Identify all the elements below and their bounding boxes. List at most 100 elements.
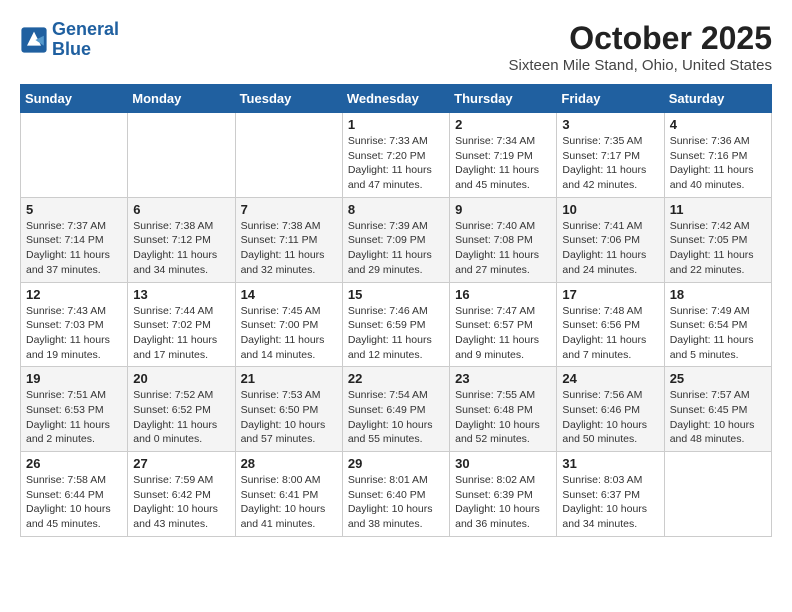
calendar-cell: 1Sunrise: 7:33 AM Sunset: 7:20 PM Daylig…: [342, 113, 449, 198]
day-info: Sunrise: 7:55 AM Sunset: 6:48 PM Dayligh…: [455, 388, 551, 447]
week-row-2: 5 Sunrise: 7:37 AM Sunset: 7:14 PM Daylig…: [21, 197, 772, 282]
day-number: 13: [133, 287, 229, 302]
day-number: 4: [670, 117, 766, 132]
title-block: October 2025 Sixteen Mile Stand, Ohio, U…: [509, 20, 772, 74]
week-row-1: 1Sunrise: 7:33 AM Sunset: 7:20 PM Daylig…: [21, 113, 772, 198]
day-number: 15: [348, 287, 444, 302]
day-info: Sunrise: 7:47 AM Sunset: 6:57 PM Dayligh…: [455, 304, 551, 363]
day-number: 5: [26, 202, 122, 217]
logo-line2: Blue: [52, 39, 91, 59]
day-info: Sunrise: 7:38 AM Sunset: 7:12 PM Dayligh…: [133, 219, 229, 278]
day-info: Sunrise: 8:03 AM Sunset: 6:37 PM Dayligh…: [562, 473, 658, 532]
col-header-sunday: Sunday: [21, 85, 128, 113]
day-info: Sunrise: 7:44 AM Sunset: 7:02 PM Dayligh…: [133, 304, 229, 363]
day-info: Sunrise: 7:48 AM Sunset: 6:56 PM Dayligh…: [562, 304, 658, 363]
day-number: 11: [670, 202, 766, 217]
day-number: 8: [348, 202, 444, 217]
day-number: 24: [562, 371, 658, 386]
calendar-cell: 12Sunrise: 7:43 AM Sunset: 7:03 PM Dayli…: [21, 282, 128, 367]
calendar-cell: [128, 113, 235, 198]
calendar-cell: 5 Sunrise: 7:37 AM Sunset: 7:14 PM Daylig…: [21, 197, 128, 282]
month-title: October 2025: [509, 20, 772, 57]
day-info: Sunrise: 8:00 AM Sunset: 6:41 PM Dayligh…: [241, 473, 337, 532]
location: Sixteen Mile Stand, Ohio, United States: [509, 57, 772, 74]
day-number: 1: [348, 117, 444, 132]
calendar-cell: 4 Sunrise: 7:36 AM Sunset: 7:16 PM Daylig…: [664, 113, 771, 198]
day-number: 28: [241, 456, 337, 471]
day-number: 31: [562, 456, 658, 471]
day-info: Sunrise: 7:40 AM Sunset: 7:08 PM Dayligh…: [455, 219, 551, 278]
calendar-cell: 22 Sunrise: 7:54 AM Sunset: 6:49 PM Dayli…: [342, 367, 449, 452]
day-info: Sunrise: 7:56 AM Sunset: 6:46 PM Dayligh…: [562, 388, 658, 447]
calendar-cell: 14 Sunrise: 7:45 AM Sunset: 7:00 PM Dayli…: [235, 282, 342, 367]
col-header-saturday: Saturday: [664, 85, 771, 113]
col-header-wednesday: Wednesday: [342, 85, 449, 113]
day-number: 9: [455, 202, 551, 217]
day-number: 29: [348, 456, 444, 471]
calendar-cell: [235, 113, 342, 198]
day-number: 18: [670, 287, 766, 302]
week-row-5: 26Sunrise: 7:58 AM Sunset: 6:44 PM Dayli…: [21, 452, 772, 537]
day-info: Sunrise: 8:02 AM Sunset: 6:39 PM Dayligh…: [455, 473, 551, 532]
day-number: 2: [455, 117, 551, 132]
calendar-cell: 27Sunrise: 7:59 AM Sunset: 6:42 PM Dayli…: [128, 452, 235, 537]
calendar-cell: 10Sunrise: 7:41 AM Sunset: 7:06 PM Dayli…: [557, 197, 664, 282]
day-number: 12: [26, 287, 122, 302]
header-row: SundayMondayTuesdayWednesdayThursdayFrid…: [21, 85, 772, 113]
calendar-cell: 23Sunrise: 7:55 AM Sunset: 6:48 PM Dayli…: [450, 367, 557, 452]
col-header-monday: Monday: [128, 85, 235, 113]
calendar-cell: [21, 113, 128, 198]
calendar-cell: [664, 452, 771, 537]
calendar-cell: 19 Sunrise: 7:51 AM Sunset: 6:53 PM Dayli…: [21, 367, 128, 452]
day-info: Sunrise: 7:53 AM Sunset: 6:50 PM Dayligh…: [241, 388, 337, 447]
day-info: Sunrise: 7:51 AM Sunset: 6:53 PM Dayligh…: [26, 388, 122, 447]
day-info: Sunrise: 7:42 AM Sunset: 7:05 PM Dayligh…: [670, 219, 766, 278]
calendar-cell: 9 Sunrise: 7:40 AM Sunset: 7:08 PM Daylig…: [450, 197, 557, 282]
calendar-cell: 3 Sunrise: 7:35 AM Sunset: 7:17 PM Daylig…: [557, 113, 664, 198]
day-number: 3: [562, 117, 658, 132]
calendar-cell: 8 Sunrise: 7:39 AM Sunset: 7:09 PM Daylig…: [342, 197, 449, 282]
calendar-cell: 16 Sunrise: 7:47 AM Sunset: 6:57 PM Dayli…: [450, 282, 557, 367]
day-number: 25: [670, 371, 766, 386]
calendar-cell: 24 Sunrise: 7:56 AM Sunset: 6:46 PM Dayli…: [557, 367, 664, 452]
calendar-cell: 21Sunrise: 7:53 AM Sunset: 6:50 PM Dayli…: [235, 367, 342, 452]
day-number: 22: [348, 371, 444, 386]
day-number: 6: [133, 202, 229, 217]
calendar-cell: 28 Sunrise: 8:00 AM Sunset: 6:41 PM Dayli…: [235, 452, 342, 537]
day-number: 16: [455, 287, 551, 302]
logo-text: General Blue: [52, 20, 119, 60]
day-info: Sunrise: 7:39 AM Sunset: 7:09 PM Dayligh…: [348, 219, 444, 278]
logo-line1: General: [52, 19, 119, 39]
day-number: 20: [133, 371, 229, 386]
calendar-cell: 25 Sunrise: 7:57 AM Sunset: 6:45 PM Dayli…: [664, 367, 771, 452]
day-info: Sunrise: 7:57 AM Sunset: 6:45 PM Dayligh…: [670, 388, 766, 447]
day-info: Sunrise: 7:36 AM Sunset: 7:16 PM Dayligh…: [670, 134, 766, 193]
calendar-cell: 13 Sunrise: 7:44 AM Sunset: 7:02 PM Dayli…: [128, 282, 235, 367]
day-number: 27: [133, 456, 229, 471]
day-info: Sunrise: 7:52 AM Sunset: 6:52 PM Dayligh…: [133, 388, 229, 447]
day-number: 26: [26, 456, 122, 471]
day-number: 7: [241, 202, 337, 217]
week-row-4: 19 Sunrise: 7:51 AM Sunset: 6:53 PM Dayli…: [21, 367, 772, 452]
day-number: 10: [562, 202, 658, 217]
calendar-cell: 18Sunrise: 7:49 AM Sunset: 6:54 PM Dayli…: [664, 282, 771, 367]
day-number: 14: [241, 287, 337, 302]
calendar-cell: 7 Sunrise: 7:38 AM Sunset: 7:11 PM Daylig…: [235, 197, 342, 282]
day-info: Sunrise: 7:46 AM Sunset: 6:59 PM Dayligh…: [348, 304, 444, 363]
calendar-table: SundayMondayTuesdayWednesdayThursdayFrid…: [20, 84, 772, 537]
day-number: 19: [26, 371, 122, 386]
calendar-cell: 2Sunrise: 7:34 AM Sunset: 7:19 PM Daylig…: [450, 113, 557, 198]
day-info: Sunrise: 7:37 AM Sunset: 7:14 PM Dayligh…: [26, 219, 122, 278]
page-header: General Blue October 2025 Sixteen Mile S…: [20, 20, 772, 74]
calendar-cell: 15 Sunrise: 7:46 AM Sunset: 6:59 PM Dayli…: [342, 282, 449, 367]
week-row-3: 12Sunrise: 7:43 AM Sunset: 7:03 PM Dayli…: [21, 282, 772, 367]
day-info: Sunrise: 7:45 AM Sunset: 7:00 PM Dayligh…: [241, 304, 337, 363]
calendar-cell: 20 Sunrise: 7:52 AM Sunset: 6:52 PM Dayli…: [128, 367, 235, 452]
day-number: 30: [455, 456, 551, 471]
day-info: Sunrise: 7:38 AM Sunset: 7:11 PM Dayligh…: [241, 219, 337, 278]
logo: General Blue: [20, 20, 119, 60]
day-info: Sunrise: 7:35 AM Sunset: 7:17 PM Dayligh…: [562, 134, 658, 193]
day-info: Sunrise: 7:54 AM Sunset: 6:49 PM Dayligh…: [348, 388, 444, 447]
calendar-cell: 26Sunrise: 7:58 AM Sunset: 6:44 PM Dayli…: [21, 452, 128, 537]
col-header-friday: Friday: [557, 85, 664, 113]
